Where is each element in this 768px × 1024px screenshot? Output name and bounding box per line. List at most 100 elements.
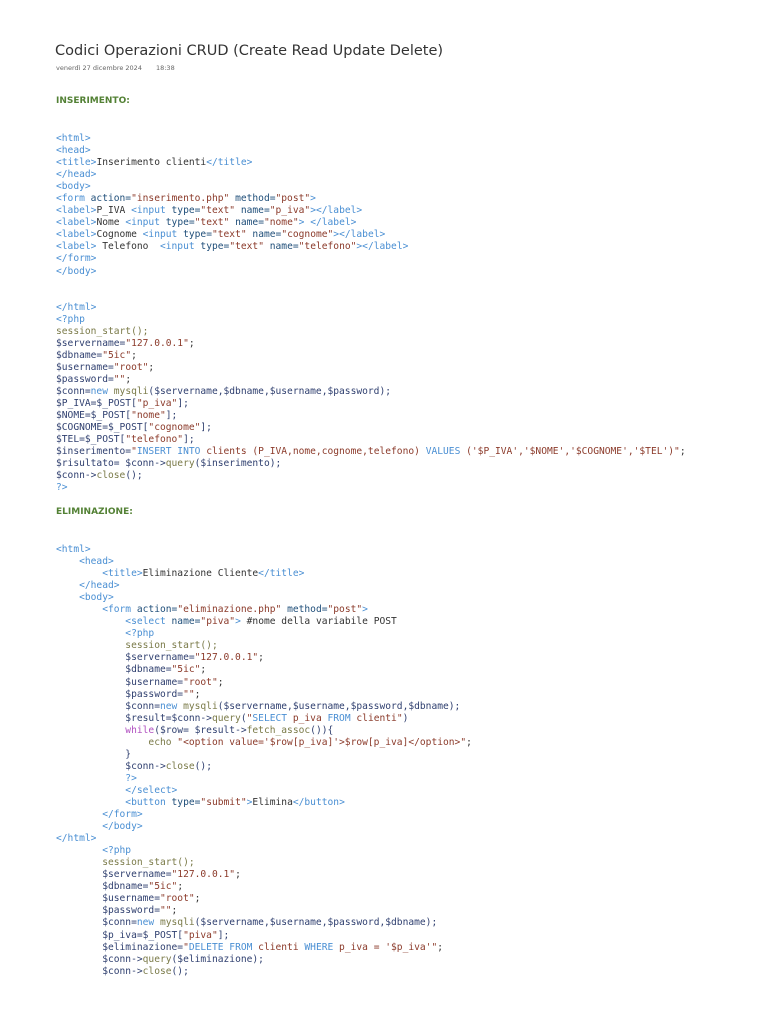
code-token: session_start(); xyxy=(56,325,149,337)
code-line: $conn=new mysqli($servername,$dbname,$us… xyxy=(56,386,686,398)
code-line: session_start(); xyxy=(56,857,472,869)
code-line: </html> xyxy=(56,302,686,314)
code-line: <?php xyxy=(56,628,472,640)
code-line: $COGNOME=$_POST["cognome"]; xyxy=(56,422,686,434)
code-token: </title> xyxy=(206,157,253,169)
code-token: ]; xyxy=(183,434,195,446)
code-token: </select> xyxy=(56,784,178,796)
code-token: ]; xyxy=(177,398,189,410)
code-token: mysqli xyxy=(183,700,218,712)
code-token: $p_iva=$_POST[ xyxy=(56,929,184,941)
code-token: "nome" xyxy=(263,217,299,229)
code-line: <?php xyxy=(56,845,472,857)
code-token: ; xyxy=(131,349,137,361)
code-token: ; xyxy=(148,361,155,373)
code-token: </head> xyxy=(56,580,120,592)
code-token: </head> xyxy=(56,169,97,181)
code-token: mysqli xyxy=(113,385,149,397)
code-token: "127.0.0.1" xyxy=(194,652,259,664)
code-token: <label> xyxy=(56,205,97,217)
code-token: "inserimento.php" xyxy=(131,193,236,205)
code-token: $inserimento= xyxy=(56,446,132,458)
code-token: name= xyxy=(171,616,201,628)
code-line: </form> xyxy=(56,809,472,821)
code-token: </button> xyxy=(292,796,345,808)
page-title: Codici Operazioni CRUD (Create Read Upda… xyxy=(55,43,444,59)
code-token: <?php xyxy=(56,628,155,640)
code-token: ; xyxy=(258,652,264,664)
code-line: $conn->close(); xyxy=(56,966,472,978)
code-line: while($row= $result->fetch_assoc()){ xyxy=(56,725,472,737)
code-token: FROM xyxy=(327,712,357,724)
code-token: close xyxy=(142,965,172,977)
code-token: clients (P_IVA,nome,cognome,telefono) xyxy=(206,446,426,458)
code-token: "telefono" xyxy=(125,434,184,446)
code-token: "5ic" xyxy=(148,881,178,893)
code-line: $dbname="5ic"; xyxy=(56,881,472,893)
code-token: <head> xyxy=(56,145,91,157)
code-token: new xyxy=(90,385,114,397)
code-token: "cognome" xyxy=(148,422,201,434)
code-token: <html> xyxy=(56,544,91,555)
section-heading-inserimento: INSERIMENTO: xyxy=(56,96,130,106)
code-token: Inserimento clienti xyxy=(96,157,207,169)
code-line: <body> xyxy=(56,592,472,604)
code-token: name= xyxy=(240,205,270,217)
code-token: ($servername,$username,$password,$dbname… xyxy=(217,700,461,712)
code-token: ; xyxy=(466,736,472,748)
code-line: $conn->close(); xyxy=(56,761,472,773)
code-token: ]; xyxy=(200,422,212,434)
code-token: name= xyxy=(269,241,299,253)
code-line: $dbname="5ic"; xyxy=(56,664,472,676)
code-line: </head> xyxy=(56,580,472,592)
code-token: "root" xyxy=(159,893,195,905)
code-line: $P_IVA=$_POST["p_iva"]; xyxy=(56,398,686,410)
code-line: echo "<option value='$row[p_iva]'>$row[p… xyxy=(56,736,472,749)
code-token: "eliminazione.php" xyxy=(177,604,288,616)
code-token: method= xyxy=(287,604,328,616)
code-token: <label> xyxy=(56,217,97,229)
code-token: ></label> xyxy=(310,205,363,217)
code-token: "" xyxy=(113,373,126,385)
code-token: VALUES xyxy=(425,446,467,458)
code-line: <label> Telefono <input type="text" name… xyxy=(56,241,686,253)
code-token: ?> xyxy=(56,772,137,784)
code-line: $inserimento="INSERT INTO clients (P_IVA… xyxy=(56,446,686,458)
code-token: > </label> xyxy=(298,217,357,229)
code-token: $dbname= xyxy=(56,881,149,893)
code-token: clienti xyxy=(258,941,305,953)
code-token: <?php xyxy=(56,313,85,325)
code-token: $username= xyxy=(56,361,114,373)
code-line: </form> xyxy=(56,253,686,265)
code-token: $username= xyxy=(56,676,184,688)
code-token: SELECT xyxy=(252,712,293,724)
code-token: <form xyxy=(56,193,91,205)
code-token: <input xyxy=(142,229,184,241)
code-token: <html> xyxy=(56,133,91,144)
section-heading-eliminazione: ELIMINAZIONE: xyxy=(56,507,133,517)
code-token: ; xyxy=(235,869,241,881)
code-token: "text" xyxy=(200,205,241,217)
code-token: <body> xyxy=(56,592,114,604)
code-token: ($eliminazione); xyxy=(171,953,264,965)
code-token: $password= xyxy=(56,905,160,917)
code-token: "127.0.0.1" xyxy=(171,869,236,881)
code-token: Nome xyxy=(96,217,126,229)
code-line: <head> xyxy=(56,145,686,157)
code-line: $servername="127.0.0.1"; xyxy=(56,338,686,350)
code-token: "root" xyxy=(183,676,218,688)
code-line: ?> xyxy=(56,482,686,494)
code-token: $risultato= $conn-> xyxy=(56,458,166,470)
code-token: ?> xyxy=(56,482,68,494)
code-token: ()){ xyxy=(310,724,334,736)
code-token: fetch_assoc xyxy=(246,724,311,736)
code-line: <body> xyxy=(56,181,686,193)
code-token: $dbname= xyxy=(56,349,103,361)
code-token: <label> xyxy=(56,229,97,241)
code-line: $risultato= $conn->query($inserimento); xyxy=(56,458,686,470)
code-line: $TEL=$_POST["telefono"]; xyxy=(56,434,686,446)
code-token: "" xyxy=(159,905,172,917)
code-line: $servername="127.0.0.1"; xyxy=(56,652,472,664)
code-token: WHERE xyxy=(304,941,340,953)
code-token: ></label> xyxy=(333,229,386,241)
